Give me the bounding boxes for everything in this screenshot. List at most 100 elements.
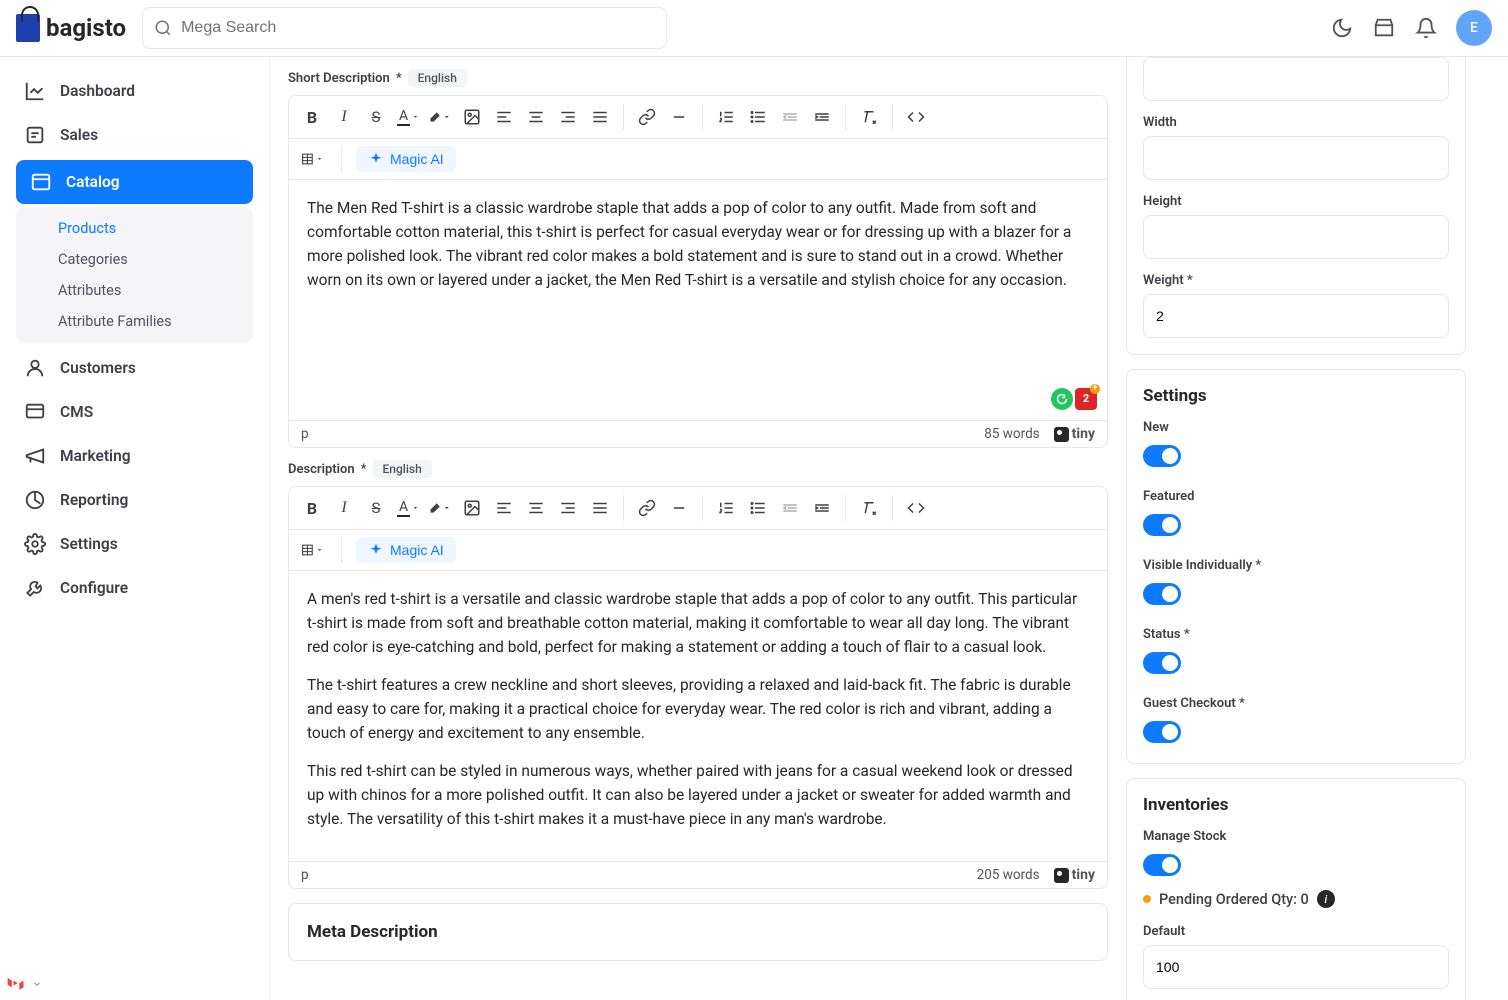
- grammarly-icon[interactable]: [1051, 388, 1073, 410]
- sidebar-item-reporting[interactable]: Reporting: [0, 478, 269, 522]
- link-button[interactable]: [632, 493, 662, 523]
- short-desc-content[interactable]: The Men Red T-shirt is a classic wardrob…: [289, 180, 1107, 420]
- text-color-button[interactable]: A: [393, 493, 423, 523]
- cms-icon: [24, 401, 46, 423]
- nav-label: Configure: [60, 579, 128, 597]
- manage-stock-toggle[interactable]: [1143, 854, 1181, 876]
- table-button[interactable]: [297, 535, 327, 565]
- align-center-button[interactable]: [521, 493, 551, 523]
- chevron-down-icon: [316, 545, 323, 555]
- editor-toolbar-2: B I S A: [289, 487, 1107, 530]
- brand-logo[interactable]: bagisto: [16, 14, 126, 42]
- bold-button[interactable]: B: [297, 102, 327, 132]
- highlight-button[interactable]: [425, 102, 455, 132]
- hr-button[interactable]: [664, 493, 694, 523]
- code-button[interactable]: [901, 102, 931, 132]
- align-center-button[interactable]: [521, 102, 551, 132]
- subnav-attributes[interactable]: Attributes: [16, 275, 253, 306]
- highlight-button[interactable]: [425, 493, 455, 523]
- align-right-button[interactable]: [553, 493, 583, 523]
- ol-button[interactable]: [711, 102, 741, 132]
- nav-label: Dashboard: [60, 82, 135, 100]
- marker-icon: [429, 109, 441, 125]
- hr-button[interactable]: [664, 102, 694, 132]
- store-icon[interactable]: [1372, 16, 1396, 40]
- indent-button[interactable]: [807, 493, 837, 523]
- outdent-button[interactable]: [775, 493, 805, 523]
- subnav-attribute-families[interactable]: Attribute Families: [16, 306, 253, 337]
- tiny-logo[interactable]: tiny: [1054, 867, 1095, 883]
- strike-button[interactable]: S: [361, 493, 391, 523]
- align-left-icon: [495, 499, 513, 517]
- clear-format-button[interactable]: [854, 102, 884, 132]
- width-field[interactable]: [1143, 136, 1449, 180]
- nav-label: Customers: [60, 359, 136, 377]
- align-justify-button[interactable]: [585, 102, 615, 132]
- featured-toggle[interactable]: [1143, 514, 1181, 536]
- bold-button[interactable]: B: [297, 493, 327, 523]
- guest-label: Guest Checkout *: [1143, 696, 1449, 711]
- new-toggle[interactable]: [1143, 445, 1181, 467]
- subnav-products[interactable]: Products: [16, 213, 253, 244]
- label-text: Short Description: [288, 71, 390, 86]
- status-toggle[interactable]: [1143, 652, 1181, 674]
- align-justify-button[interactable]: [585, 493, 615, 523]
- indent-button[interactable]: [807, 102, 837, 132]
- content-paragraph: A men's red t-shirt is a versatile and c…: [307, 587, 1089, 659]
- italic-button[interactable]: I: [329, 102, 359, 132]
- clear-icon: [860, 108, 878, 126]
- strike-button[interactable]: S: [361, 102, 391, 132]
- ul-button[interactable]: [743, 102, 773, 132]
- table-button[interactable]: [297, 144, 327, 174]
- guest-toggle[interactable]: [1143, 721, 1181, 743]
- element-path[interactable]: p: [301, 867, 309, 883]
- magic-label: Magic AI: [390, 542, 444, 558]
- sidebar-item-configure[interactable]: Configure: [0, 566, 269, 610]
- sidebar-item-sales[interactable]: Sales: [0, 113, 269, 157]
- align-justify-icon: [591, 499, 609, 517]
- length-field[interactable]: [1143, 57, 1449, 101]
- element-path[interactable]: p: [301, 426, 309, 442]
- visible-toggle[interactable]: [1143, 583, 1181, 605]
- featured-label: Featured: [1143, 489, 1449, 504]
- suggestion-badge[interactable]: 2: [1075, 388, 1097, 410]
- sidebar-item-marketing[interactable]: Marketing: [0, 434, 269, 478]
- clear-format-button[interactable]: [854, 493, 884, 523]
- align-center-icon: [527, 499, 545, 517]
- magic-ai-button[interactable]: Magic AI: [356, 537, 456, 563]
- sidebar-item-cms[interactable]: CMS: [0, 390, 269, 434]
- image-button[interactable]: [457, 493, 487, 523]
- sidebar-item-catalog[interactable]: Catalog: [16, 160, 253, 204]
- ul-button[interactable]: [743, 493, 773, 523]
- outdent-button[interactable]: [775, 102, 805, 132]
- align-right-button[interactable]: [553, 102, 583, 132]
- settings-card: Settings New Featured Visible Individual…: [1126, 369, 1466, 764]
- laravel-icon: [6, 974, 26, 994]
- ol-button[interactable]: [711, 493, 741, 523]
- code-button[interactable]: [901, 493, 931, 523]
- weight-field[interactable]: [1143, 294, 1449, 338]
- default-qty-field[interactable]: [1143, 945, 1449, 989]
- link-button[interactable]: [632, 102, 662, 132]
- laravel-debug-badge[interactable]: [6, 974, 42, 994]
- bell-icon[interactable]: [1414, 16, 1438, 40]
- height-field[interactable]: [1143, 215, 1449, 259]
- text-color-button[interactable]: A: [393, 102, 423, 132]
- dark-mode-icon[interactable]: [1330, 16, 1354, 40]
- avatar[interactable]: E: [1456, 10, 1492, 46]
- align-left-button[interactable]: [489, 102, 519, 132]
- sidebar-item-customers[interactable]: Customers: [0, 346, 269, 390]
- word-count: 205 words: [977, 867, 1040, 883]
- image-button[interactable]: [457, 102, 487, 132]
- magic-ai-button[interactable]: Magic AI: [356, 146, 456, 172]
- sidebar-item-settings[interactable]: Settings: [0, 522, 269, 566]
- desc-content[interactable]: A men's red t-shirt is a versatile and c…: [289, 571, 1107, 861]
- visible-label: Visible Individually *: [1143, 558, 1449, 573]
- italic-button[interactable]: I: [329, 493, 359, 523]
- tiny-logo[interactable]: tiny: [1054, 426, 1095, 442]
- align-left-button[interactable]: [489, 493, 519, 523]
- sidebar-item-dashboard[interactable]: Dashboard: [0, 69, 269, 113]
- info-icon[interactable]: i: [1317, 890, 1335, 908]
- subnav-categories[interactable]: Categories: [16, 244, 253, 275]
- search-input[interactable]: [142, 7, 667, 49]
